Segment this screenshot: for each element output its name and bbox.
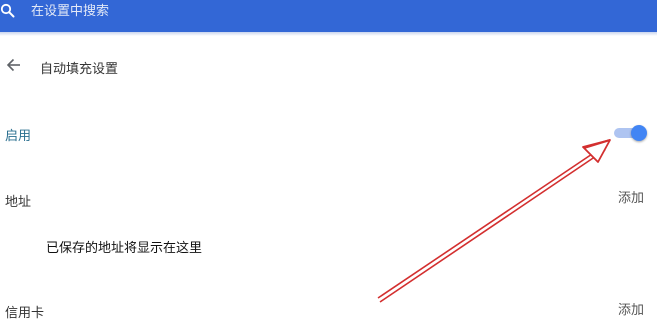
- add-credit-card-button[interactable]: 添加: [618, 299, 644, 318]
- back-button[interactable]: [4, 57, 24, 77]
- addresses-section-label: 地址: [5, 195, 32, 210]
- autofill-enable-toggle[interactable]: [614, 124, 647, 142]
- page-title: 自动填充设置: [40, 62, 119, 77]
- settings-search-bar: [0, 0, 657, 32]
- autofill-settings-page: 自动填充设置 启用 地址 添加 已保存的地址将显示在这里 信用卡 添加: [0, 0, 657, 320]
- addresses-empty-text: 已保存的地址将显示在这里: [46, 241, 203, 256]
- search-icon[interactable]: [0, 3, 16, 19]
- search-input[interactable]: [31, 2, 431, 20]
- enable-label: 启用: [5, 129, 32, 144]
- toggle-knob: [631, 125, 647, 141]
- top-bar-shadow: [0, 32, 657, 36]
- credit-cards-section-label: 信用卡: [5, 306, 45, 320]
- arrow-back-icon: [6, 57, 22, 77]
- add-address-button[interactable]: 添加: [618, 187, 644, 206]
- annotation-arrow: [377, 139, 611, 303]
